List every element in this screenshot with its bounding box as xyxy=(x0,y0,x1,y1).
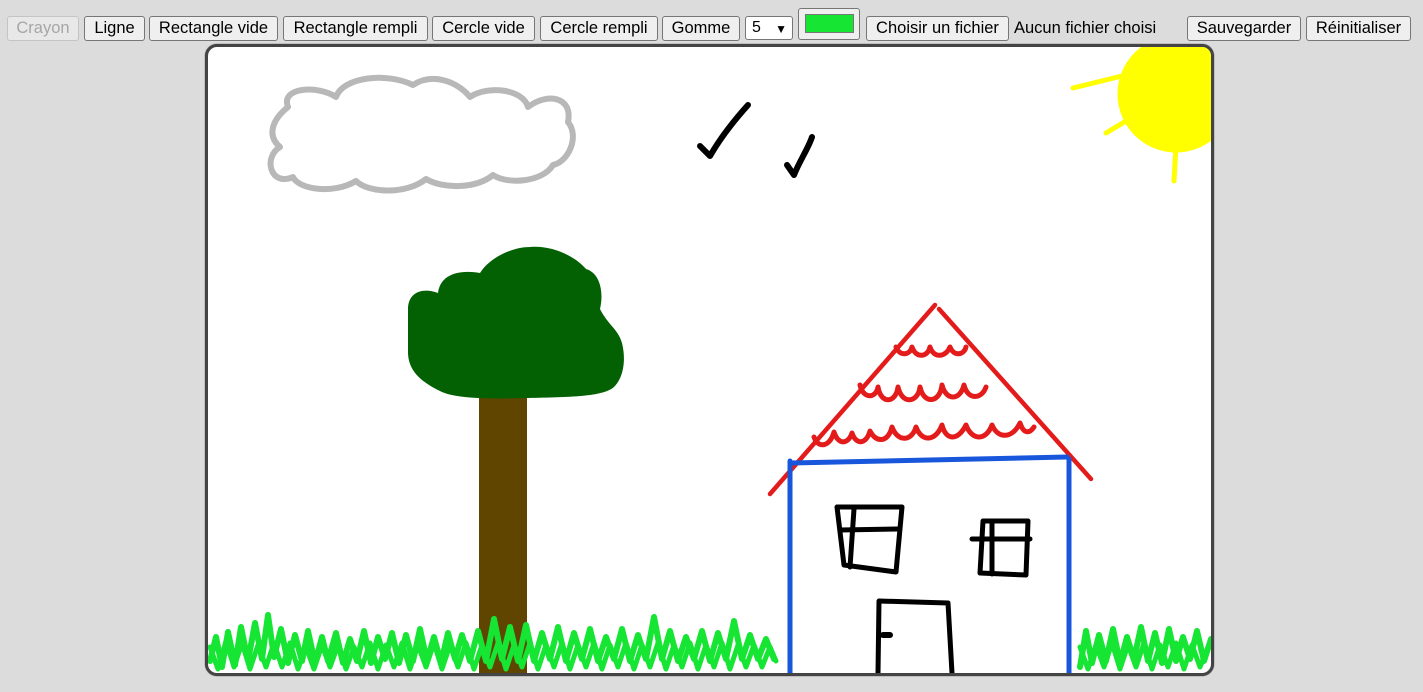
toolbar: Crayon Ligne Rectangle vide Rectangle re… xyxy=(0,0,1423,44)
chevron-down-icon: ▼ xyxy=(775,22,787,36)
window-frame xyxy=(837,526,901,533)
birds-drawing xyxy=(697,102,815,178)
tool-rectangle-rempli-button[interactable]: Rectangle rempli xyxy=(283,16,428,41)
save-button[interactable]: Sauvegarder xyxy=(1187,16,1301,41)
drawing-surface xyxy=(208,47,1211,673)
tool-cercle-vide-button[interactable]: Cercle vide xyxy=(432,16,535,41)
sun-ray xyxy=(1171,143,1179,184)
window-frame xyxy=(847,506,857,570)
file-status-label: Aucun fichier choisi xyxy=(1014,19,1157,37)
tool-ligne-button[interactable]: Ligne xyxy=(84,16,145,41)
brush-size-select[interactable]: 5 ▼ xyxy=(745,16,793,40)
bird xyxy=(784,134,815,178)
wall-line xyxy=(788,454,1070,466)
roof-tile xyxy=(811,420,1037,448)
cloud-drawing xyxy=(267,74,576,194)
drawing-canvas[interactable] xyxy=(205,44,1214,676)
tool-cercle-rempli-button[interactable]: Cercle rempli xyxy=(540,16,658,41)
window-left xyxy=(834,504,905,575)
color-picker[interactable] xyxy=(798,8,860,40)
tool-rectangle-vide-button[interactable]: Rectangle vide xyxy=(149,16,278,41)
choose-file-button[interactable]: Choisir un fichier xyxy=(866,16,1009,41)
reset-button[interactable]: Réinitialiser xyxy=(1306,16,1411,41)
sun-disc xyxy=(1117,47,1211,153)
brush-size-value: 5 xyxy=(752,19,761,36)
bird xyxy=(697,102,751,159)
house-roof xyxy=(767,302,1094,497)
color-swatch xyxy=(805,14,854,33)
tool-gomme-button[interactable]: Gomme xyxy=(662,16,740,41)
window-right xyxy=(977,518,1031,578)
sun-ray xyxy=(1070,73,1125,91)
grass-drawing xyxy=(208,612,1211,672)
roof-tile xyxy=(857,382,989,403)
tree-trunk xyxy=(479,392,527,673)
sun-drawing xyxy=(1070,47,1211,184)
house-windows-door xyxy=(834,504,1033,673)
tree-foliage xyxy=(408,246,624,399)
tool-crayon-button[interactable]: Crayon xyxy=(7,16,79,41)
roof-tile xyxy=(893,344,969,358)
